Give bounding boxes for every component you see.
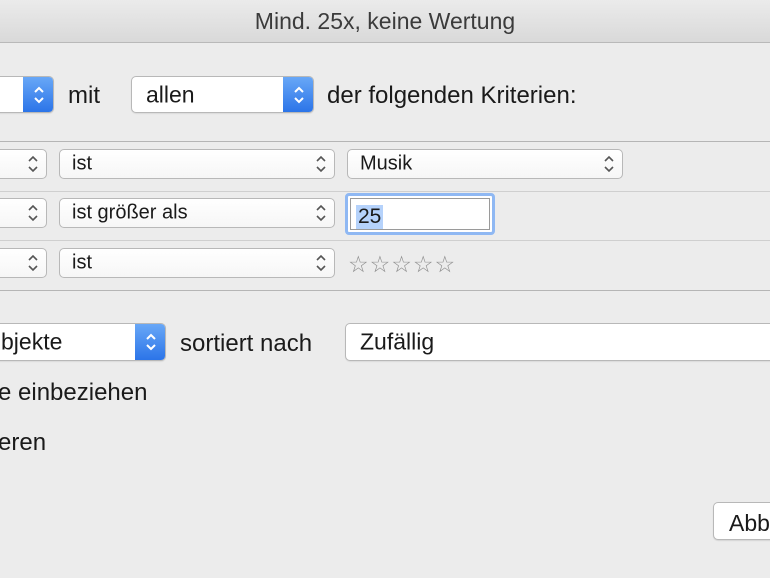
stepper-icon [135, 324, 165, 360]
operator-select[interactable]: ist [59, 248, 335, 278]
value-select[interactable]: Musik [347, 149, 623, 179]
sort-order-value: Zufällig [360, 328, 435, 355]
stepper-icon [310, 199, 332, 227]
match-field-select[interactable] [0, 76, 54, 113]
stepper-icon [23, 77, 53, 112]
stepper-icon [283, 77, 313, 112]
count-input[interactable]: 25 [345, 193, 495, 235]
cancel-button-label: Abb [729, 510, 770, 536]
option-update-label[interactable]: eren [0, 429, 46, 457]
match-mode-select[interactable]: allen [131, 76, 314, 113]
value-select-value: Musik [360, 152, 413, 175]
stepper-icon [22, 249, 44, 277]
mit-label: mit [68, 82, 100, 109]
stepper-icon [22, 199, 44, 227]
cancel-button[interactable]: Abb [713, 502, 770, 540]
title-bar: Mind. 25x, keine Wertung [0, 0, 770, 43]
sorted-by-label: sortiert nach [180, 330, 313, 357]
count-input-box: 25 [350, 198, 490, 230]
window-title: Mind. 25x, keine Wertung [254, 8, 516, 34]
field-select[interactable] [0, 198, 47, 228]
match-mode-value: allen [146, 81, 195, 107]
limit-unit-select[interactable]: bjekte [0, 323, 166, 361]
sort-order-select[interactable]: Zufällig [345, 323, 770, 361]
field-select[interactable] [0, 149, 47, 179]
operator-value: ist [72, 251, 92, 274]
stepper-icon [22, 150, 44, 178]
operator-value: ist [72, 152, 92, 175]
stepper-icon [310, 150, 332, 178]
criteria-label: der folgenden Kriterien: [327, 82, 577, 109]
operator-value: ist größer als [72, 201, 188, 224]
rating-stars[interactable]: ☆☆☆☆☆ [348, 251, 456, 278]
limit-unit-value: bjekte [1, 328, 63, 355]
count-input-value: 25 [356, 205, 384, 229]
stepper-icon [310, 249, 332, 277]
option-include-label[interactable]: e einbeziehen [0, 379, 147, 407]
stepper-icon [598, 150, 620, 178]
operator-select[interactable]: ist [59, 149, 335, 179]
field-select[interactable] [0, 248, 47, 278]
operator-select[interactable]: ist größer als [59, 198, 335, 228]
